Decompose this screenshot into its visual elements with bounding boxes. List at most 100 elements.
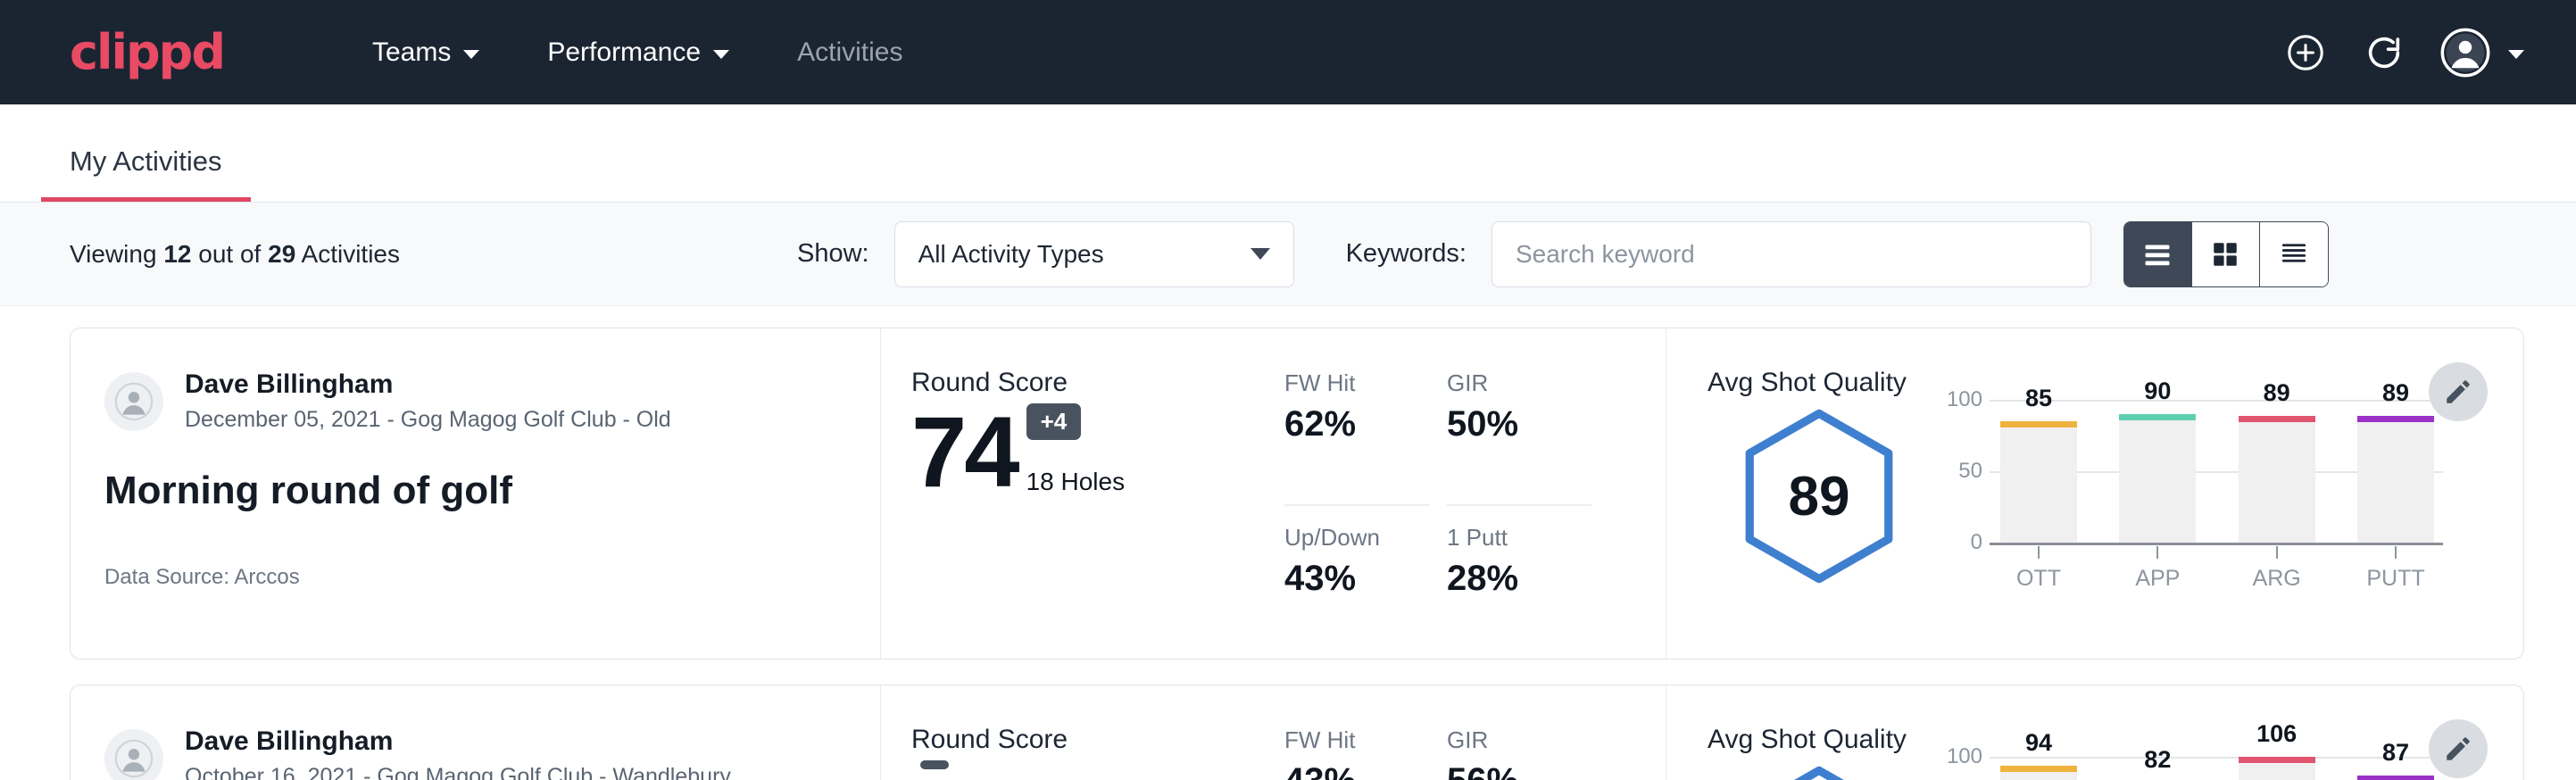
pencil-icon xyxy=(2443,377,2473,407)
chart-plot-area: 100 50 0 85 90 xyxy=(1943,400,2443,543)
stat-gir-value: 56% xyxy=(1447,761,1591,780)
chevron-down-icon xyxy=(1251,248,1270,260)
xtick-app-label: APP xyxy=(2135,566,2180,592)
chevron-down-icon xyxy=(2508,50,2524,59)
player-identity: Dave Billingham October 16, 2021 - Gog M… xyxy=(104,725,844,780)
bar-column-arg: 89 xyxy=(2239,400,2315,543)
bar-value-arg: 89 xyxy=(2239,379,2315,407)
viewing-suffix: Activities xyxy=(302,240,400,268)
bar-value-app: 82 xyxy=(2119,746,2196,774)
avg-shot-quality-value: 89 xyxy=(1736,407,1902,585)
account-menu[interactable] xyxy=(2440,28,2524,78)
stat-gir-value: 50% xyxy=(1447,404,1591,444)
round-score-block: Round Score xyxy=(911,725,1268,780)
stat-fw-hit-value: 43% xyxy=(1284,761,1429,780)
xtick-putt-label: PUTT xyxy=(2366,566,2424,592)
player-name: Dave Billingham xyxy=(185,725,731,759)
refresh-icon[interactable] xyxy=(2362,30,2406,75)
view-mode-grid-button[interactable] xyxy=(2192,222,2260,286)
avatar xyxy=(104,729,163,780)
view-mode-list-button[interactable] xyxy=(2124,222,2192,286)
top-navigation-bar: clippd Teams Performance Activities xyxy=(0,0,2576,104)
bar-column-app: 82 xyxy=(2119,757,2196,780)
edit-activity-button[interactable] xyxy=(2429,719,2488,778)
chart-x-axis: OTT APP ARG PUTT xyxy=(2000,546,2434,592)
bar-putt xyxy=(2357,776,2434,780)
search-input[interactable] xyxy=(1492,221,2091,287)
app-logo[interactable]: clippd xyxy=(70,29,224,77)
stat-fw-hit: FW Hit 62% xyxy=(1284,369,1429,506)
results-count-text: Viewing 12 out of 29 Activities xyxy=(70,240,400,269)
stat-fw-hit-value: 62% xyxy=(1284,404,1429,444)
shot-quality-column: Avg Shot Quality 100 xyxy=(1666,685,2523,780)
avg-shot-quality-body: 100 50 0 94 82 xyxy=(1708,757,2523,780)
xtick-ott: OTT xyxy=(2000,546,2077,592)
round-score-block: Round Score 74 +4 18 Holes xyxy=(911,368,1268,659)
keywords-label: Keywords: xyxy=(1346,239,1467,269)
bar-column-putt: 89 xyxy=(2357,400,2434,543)
viewing-count: 12 xyxy=(163,240,191,268)
score-to-par-badge: +4 xyxy=(1026,403,1082,440)
bar-value-ott: 85 xyxy=(2000,385,2077,412)
activity-card-list: Dave Billingham December 05, 2021 - Gog … xyxy=(0,306,2576,780)
activity-meta: October 16, 2021 - Gog Magog Golf Club -… xyxy=(185,762,731,780)
xtick-arg-label: ARG xyxy=(2253,566,2301,592)
stat-gir-label: GIR xyxy=(1447,369,1591,397)
nav-item-activities[interactable]: Activities xyxy=(763,37,936,68)
nav-item-teams-label: Teams xyxy=(372,37,451,68)
nav-actions xyxy=(2283,28,2524,78)
nav-item-teams[interactable]: Teams xyxy=(338,37,513,68)
activity-summary-column: Dave Billingham October 16, 2021 - Gog M… xyxy=(71,685,881,780)
stat-up-down-value: 43% xyxy=(1284,559,1429,599)
person-icon xyxy=(114,739,154,778)
activity-summary-column: Dave Billingham December 05, 2021 - Gog … xyxy=(71,328,881,659)
bar-value-ott: 94 xyxy=(2000,729,2077,757)
edit-activity-button[interactable] xyxy=(2429,362,2488,421)
avg-shot-quality-value xyxy=(1736,764,1902,780)
stat-one-putt: 1 Putt 28% xyxy=(1447,524,1591,659)
score-to-par-badge xyxy=(920,760,949,769)
viewing-prefix: Viewing xyxy=(70,240,157,268)
stat-gir: GIR 56% xyxy=(1447,726,1591,780)
round-score-label: Round Score xyxy=(911,368,1268,398)
bar-column-app: 90 xyxy=(2119,400,2196,543)
round-score-row: 74 +4 18 Holes xyxy=(911,403,1268,500)
pencil-icon xyxy=(2443,734,2473,764)
round-score-side xyxy=(920,760,949,780)
player-name: Dave Billingham xyxy=(185,368,671,402)
avg-shot-quality-body: 89 100 50 0 85 xyxy=(1708,400,2523,592)
primary-nav-links: Teams Performance Activities xyxy=(338,37,936,68)
view-mode-compact-button[interactable] xyxy=(2260,222,2328,286)
bar-value-putt: 89 xyxy=(2357,379,2434,407)
holes-played: 18 Holes xyxy=(1026,468,1126,496)
round-score-value: 74 xyxy=(911,405,1018,500)
activity-card[interactable]: Dave Billingham December 05, 2021 - Gog … xyxy=(70,328,2524,660)
person-icon xyxy=(114,382,154,421)
ytick-100: 100 xyxy=(1943,387,1982,412)
bar-app xyxy=(2119,414,2196,543)
axis-line-0 xyxy=(1990,543,2443,545)
shot-quality-bar-chart: 100 50 0 85 90 xyxy=(1943,400,2443,592)
viewing-total: 29 xyxy=(268,240,295,268)
bar-arg xyxy=(2239,757,2315,780)
activity-card[interactable]: Dave Billingham October 16, 2021 - Gog M… xyxy=(70,685,2524,780)
tick-mark-icon xyxy=(2156,546,2158,559)
round-score-label: Round Score xyxy=(911,725,1268,755)
account-avatar-icon xyxy=(2440,28,2490,78)
tab-my-activities[interactable]: My Activities xyxy=(41,145,251,202)
chevron-down-icon xyxy=(713,50,729,59)
plus-circle-icon[interactable] xyxy=(2283,30,2328,75)
chart-plot-area: 100 50 0 94 82 xyxy=(1943,757,2443,780)
activity-type-select[interactable]: All Activity Types xyxy=(894,221,1294,287)
ytick-100: 100 xyxy=(1943,744,1982,769)
list-view-icon xyxy=(2141,241,2173,268)
nav-item-performance[interactable]: Performance xyxy=(513,37,763,68)
bar-value-arg: 106 xyxy=(2239,720,2315,748)
stat-up-down-label: Up/Down xyxy=(1284,524,1429,552)
viewing-middle: out of xyxy=(198,240,261,268)
bar-arg xyxy=(2239,416,2315,543)
bar-column-putt: 87 xyxy=(2357,757,2434,780)
activity-data-source: Data Source: Arccos xyxy=(104,565,844,590)
chevron-down-icon xyxy=(463,50,479,59)
ytick-0: 0 xyxy=(1943,530,1982,555)
